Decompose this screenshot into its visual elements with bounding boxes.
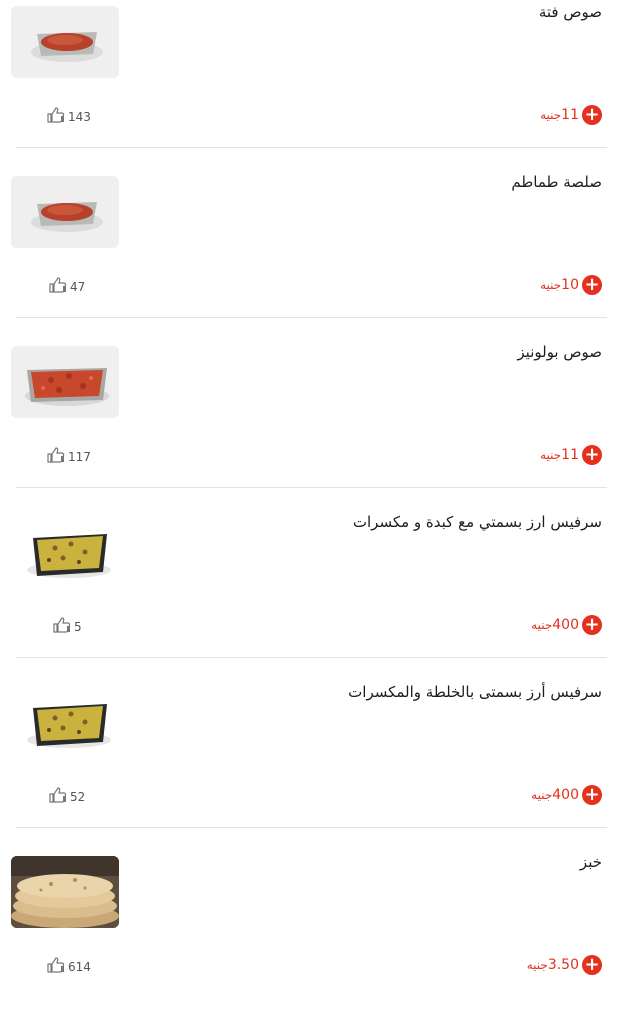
item-name: سرفيس أرز بسمتى بالخلطة والمكسرات [348,683,602,701]
item-name: صوص فتة [538,3,602,21]
like-count: 117 [68,449,91,464]
divider [16,317,607,318]
divider [16,487,607,488]
like-count: 52 [70,789,86,804]
like-counter[interactable]: 614 [46,957,91,976]
menu-item[interactable]: سرفيس أرز بسمتى بالخلطة والمكسرات + 400ج… [0,680,617,850]
item-image[interactable] [11,686,119,758]
item-image[interactable] [11,516,119,588]
thumbs-up-icon [52,617,74,636]
item-price: 11جنيه [540,447,579,463]
menu-item[interactable]: صوص بولونيز + 11جنيه 117 [0,340,617,510]
like-counter[interactable]: 47 [48,277,85,296]
item-price: 10جنيه [540,277,579,293]
item-name: صلصة طماطم [511,173,602,191]
price-row: + 11جنيه [540,104,602,126]
item-name: خبز [579,853,602,871]
like-count: 47 [70,279,86,294]
thumbs-up-icon [46,107,68,126]
item-image[interactable] [11,176,119,248]
item-name: سرفيس ارز بسمتي مع كبدة و مكسرات [352,513,602,531]
like-counter[interactable]: 52 [48,787,85,806]
like-count: 5 [74,619,82,634]
menu-item[interactable]: سرفيس ارز بسمتي مع كبدة و مكسرات + 400جن… [0,510,617,680]
item-name: صوص بولونيز [517,343,602,361]
add-to-cart-button[interactable]: + [582,275,602,295]
divider [16,827,607,828]
thumbs-up-icon [46,447,68,466]
menu-item[interactable]: خبز + 3.50جنيه 614 [0,850,617,1020]
price-row: + 10جنيه [540,274,602,296]
divider [16,147,607,148]
item-price: 400جنيه [531,787,579,803]
like-counter[interactable]: 5 [52,617,82,636]
price-row: + 400جنيه [531,784,602,806]
add-to-cart-button[interactable]: + [582,105,602,125]
like-count: 614 [68,959,91,974]
like-counter[interactable]: 117 [46,447,91,466]
add-to-cart-button[interactable]: + [582,615,602,635]
like-count: 143 [68,109,91,124]
item-price: 400جنيه [531,617,579,633]
menu-item[interactable]: صوص فتة + 11جنيه 143 [0,0,617,170]
like-counter[interactable]: 143 [46,107,91,126]
item-price: 11جنيه [540,107,579,123]
item-image[interactable] [11,856,119,928]
price-row: + 400جنيه [531,614,602,636]
price-row: + 3.50جنيه [527,954,602,976]
divider [16,657,607,658]
thumbs-up-icon [48,787,70,806]
add-to-cart-button[interactable]: + [582,955,602,975]
item-image[interactable] [11,346,119,418]
item-price: 3.50جنيه [526,957,579,973]
thumbs-up-icon [48,277,70,296]
item-image[interactable] [11,6,119,78]
add-to-cart-button[interactable]: + [582,785,602,805]
thumbs-up-icon [46,957,68,976]
add-to-cart-button[interactable]: + [582,445,602,465]
menu-item[interactable]: صلصة طماطم + 10جنيه 47 [0,170,617,340]
menu-list: صوص فتة + 11جنيه 143 صلصة طماطم + 10جنيه… [0,0,617,987]
price-row: + 11جنيه [540,444,602,466]
